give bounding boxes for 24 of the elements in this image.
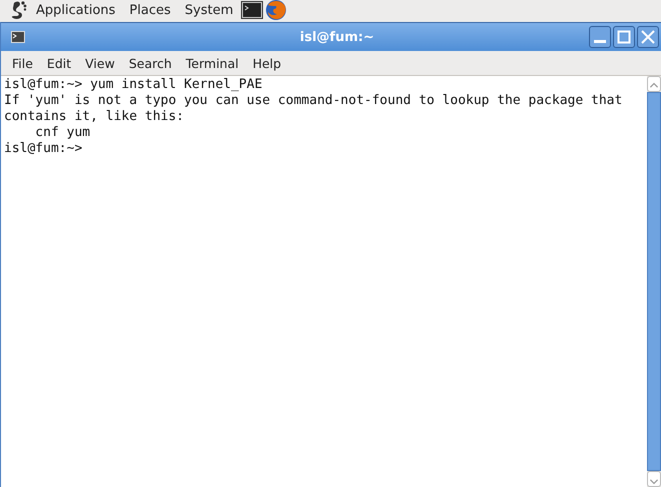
panel-menu[interactable]: Places xyxy=(129,2,171,18)
close-button[interactable] xyxy=(637,26,659,48)
terminal-icon xyxy=(11,31,25,43)
menu-item[interactable]: File xyxy=(5,56,40,70)
minimize-icon xyxy=(594,40,606,43)
terminal-line: isl@fum:~> xyxy=(4,141,82,157)
minimize-button[interactable] xyxy=(589,26,611,48)
browser-launcher-icon[interactable] xyxy=(265,0,288,21)
maximize-button[interactable] xyxy=(613,26,635,48)
terminal-line: isl@fum:~> yum install Kernel_PAE xyxy=(4,77,262,93)
menu-item[interactable]: Edit xyxy=(40,56,78,70)
terminal-line: If 'yum' is not a typo you can use command-not-found to lookup the package that xyxy=(4,93,622,109)
menu-item[interactable]: View xyxy=(78,56,122,70)
menu-item[interactable]: Terminal xyxy=(178,56,246,70)
terminal-line: contains it, like this: xyxy=(4,109,184,125)
scroll-up-button[interactable] xyxy=(647,76,661,92)
menu-item[interactable]: Help xyxy=(246,56,288,70)
menu-item[interactable]: Search xyxy=(122,56,179,70)
panel-menu[interactable]: System xyxy=(184,2,234,18)
window-title: isl@fum:~ xyxy=(298,30,376,44)
terminal-launcher-icon[interactable] xyxy=(241,1,264,19)
panel-menu[interactable]: Applications xyxy=(36,2,116,18)
scroll-down-button[interactable] xyxy=(647,471,661,487)
terminal-line: cnf yum xyxy=(34,125,90,141)
